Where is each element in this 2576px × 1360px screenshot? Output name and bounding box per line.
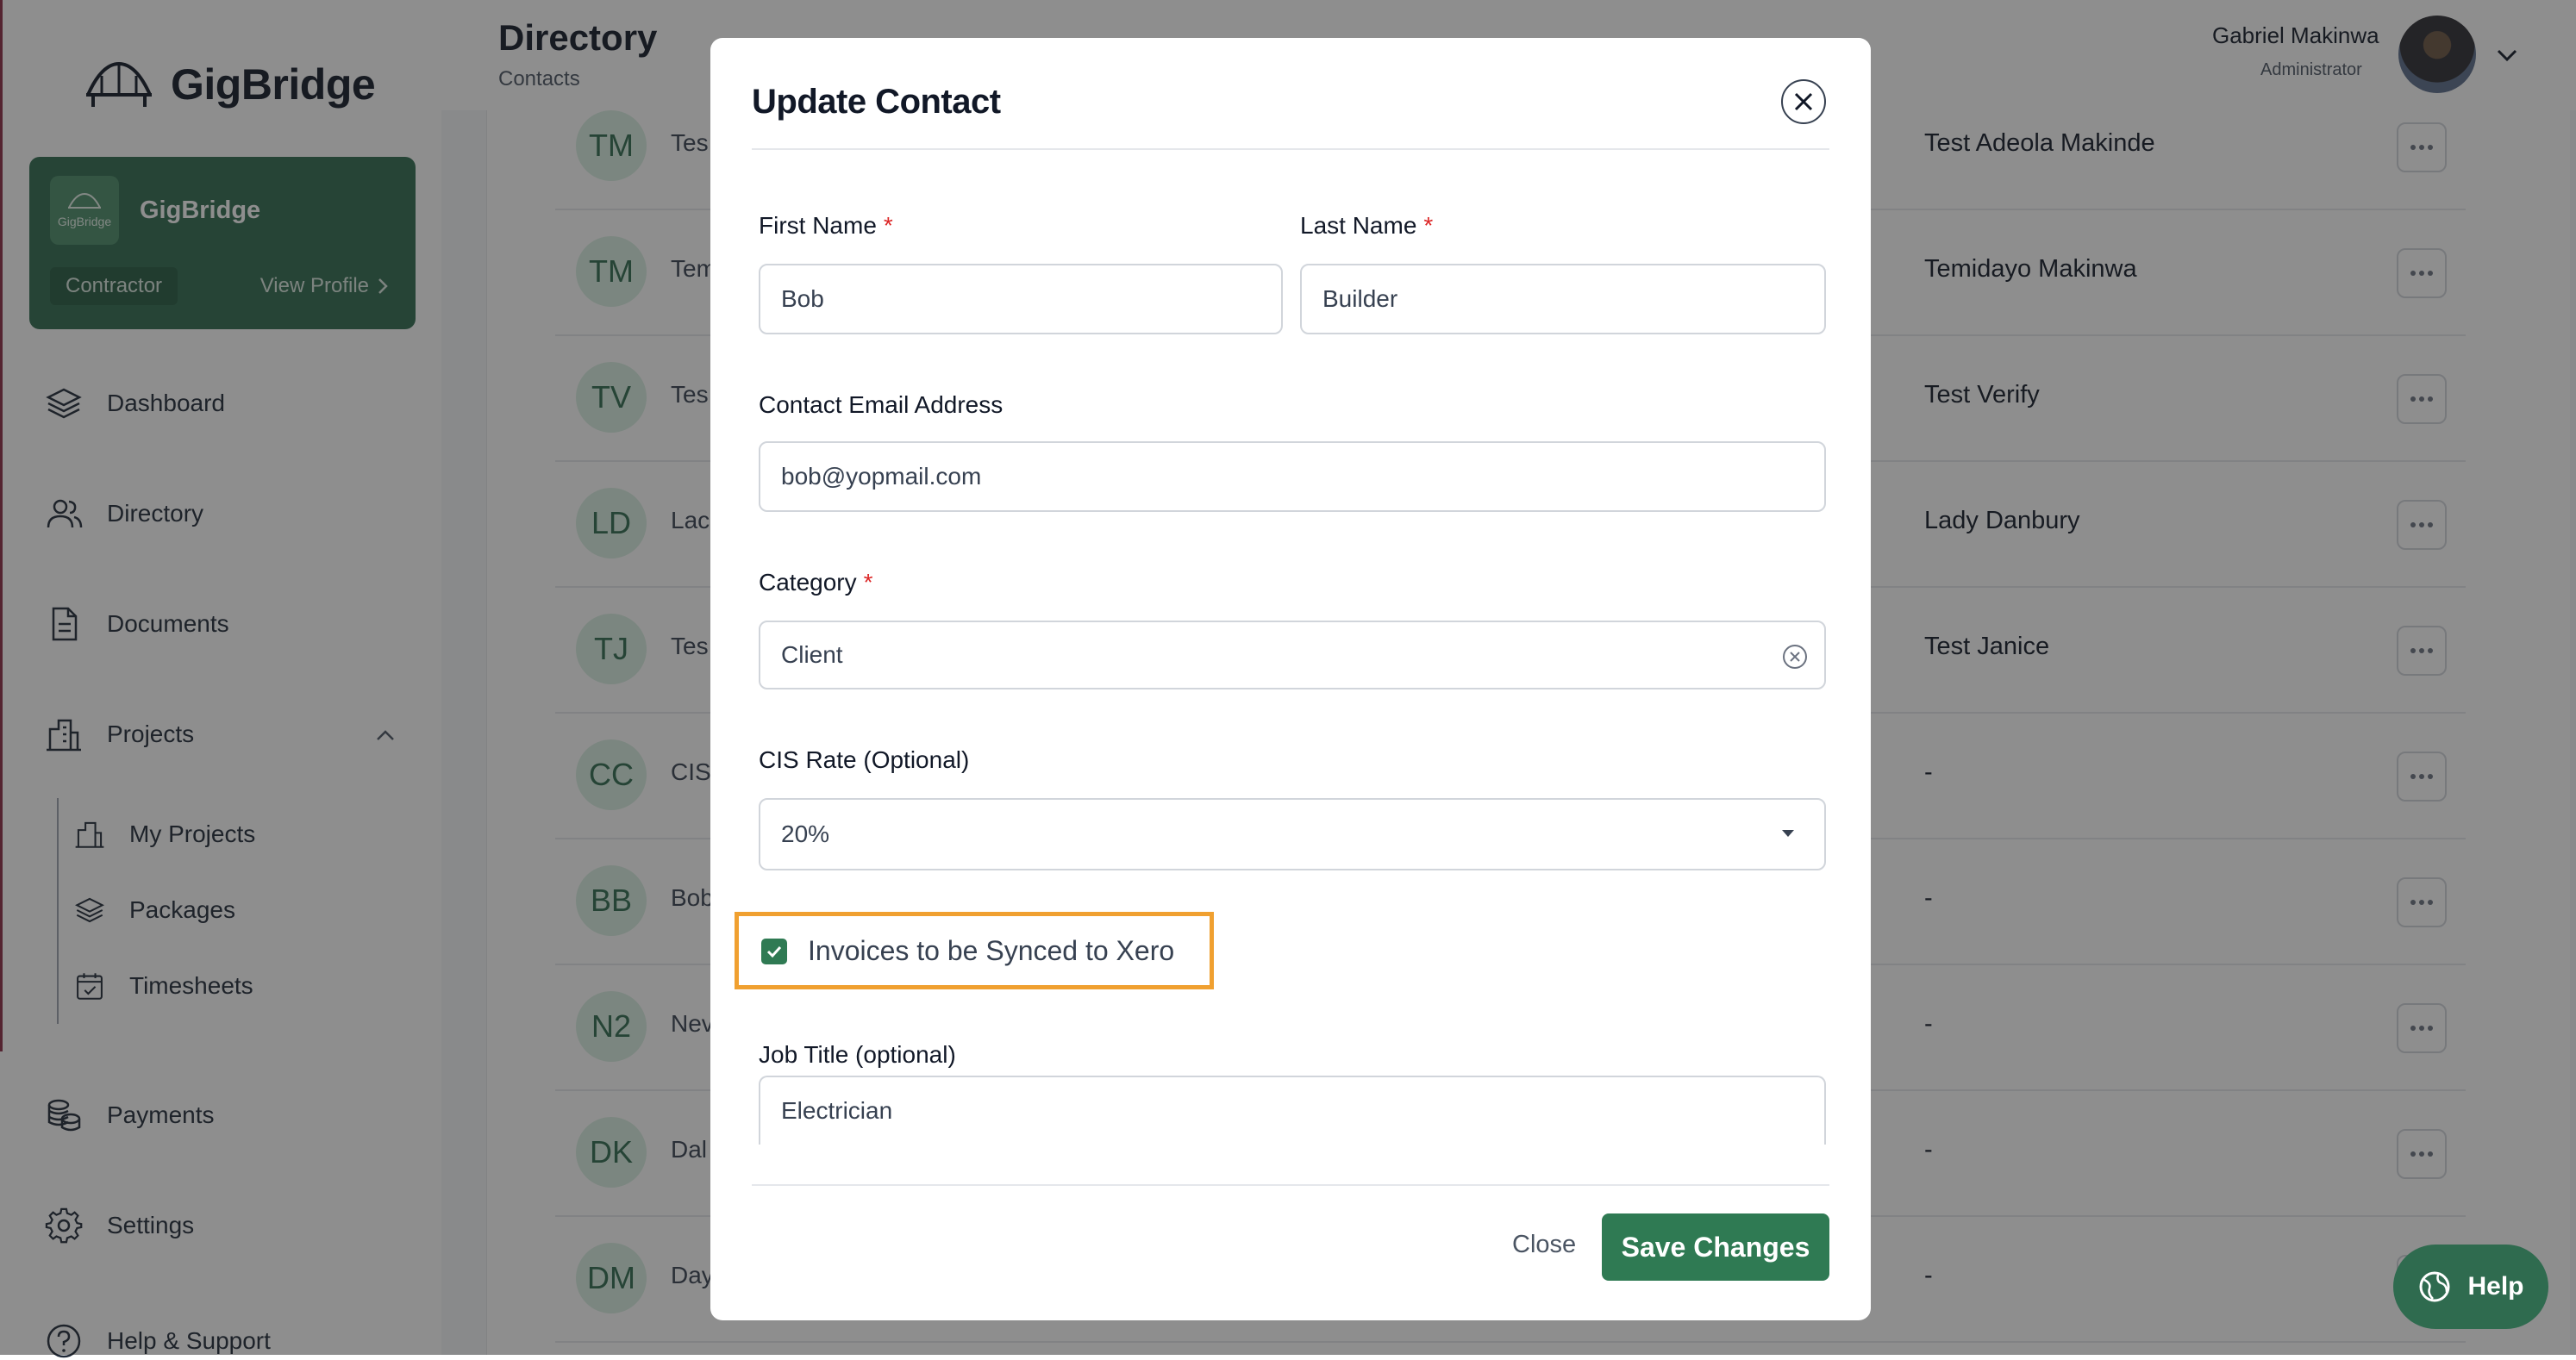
category-value: Client xyxy=(781,641,843,668)
help-button[interactable]: Help xyxy=(2393,1245,2548,1329)
category-label: Category * xyxy=(759,569,873,596)
last-name-label: Last Name * xyxy=(1300,212,1433,240)
save-changes-button[interactable]: Save Changes xyxy=(1602,1213,1829,1281)
last-name-value: Builder xyxy=(1322,285,1398,312)
xero-sync-checkbox[interactable] xyxy=(761,939,787,964)
close-icon xyxy=(1794,92,1813,111)
first-name-value: Bob xyxy=(781,285,824,312)
modal-title: Update Contact xyxy=(752,83,1001,121)
cis-rate-value: 20% xyxy=(781,820,830,847)
last-name-label-text: Last Name xyxy=(1300,212,1417,239)
update-contact-modal: Update Contact First Name * Bob Last Name… xyxy=(710,38,1871,1320)
modal-close-button[interactable] xyxy=(1781,79,1826,124)
job-title-label: Job Title (optional) xyxy=(759,1041,956,1068)
caret-down-icon xyxy=(1782,830,1794,837)
required-marker: * xyxy=(863,569,873,596)
required-marker: * xyxy=(1423,212,1434,239)
required-marker: * xyxy=(883,212,893,239)
close-button[interactable]: Close xyxy=(1512,1231,1576,1259)
help-button-label: Help xyxy=(2467,1272,2524,1301)
header-divider xyxy=(752,148,1829,150)
xero-sync-highlight: Invoices to be Synced to Xero xyxy=(735,912,1214,989)
job-title-value: Electrician xyxy=(781,1097,893,1124)
category-label-text: Category xyxy=(759,569,857,596)
first-name-label: First Name * xyxy=(759,212,893,240)
first-name-label-text: First Name xyxy=(759,212,877,239)
clear-icon[interactable] xyxy=(1781,643,1809,671)
category-select[interactable]: Client xyxy=(759,621,1826,689)
email-value: bob@yopmail.com xyxy=(781,463,982,490)
cis-rate-select[interactable]: 20% xyxy=(759,798,1826,870)
footer-divider xyxy=(752,1184,1829,1186)
cis-rate-label: CIS Rate (Optional) xyxy=(759,746,970,773)
check-icon xyxy=(766,945,782,958)
email-label: Contact Email Address xyxy=(759,391,1004,418)
last-name-field[interactable]: Builder xyxy=(1300,264,1826,334)
globe-icon xyxy=(2419,1271,2450,1302)
email-field[interactable]: bob@yopmail.com xyxy=(759,441,1826,512)
first-name-field[interactable]: Bob xyxy=(759,264,1283,334)
job-title-field[interactable]: Electrician xyxy=(759,1076,1826,1145)
xero-sync-label[interactable]: Invoices to be Synced to Xero xyxy=(808,935,1174,967)
